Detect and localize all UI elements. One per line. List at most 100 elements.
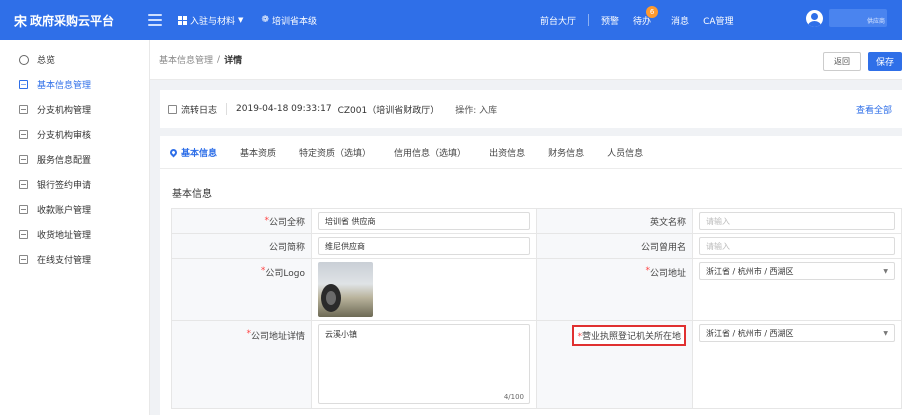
grid-icon xyxy=(178,15,187,25)
company-short-name-label: 公司简称 xyxy=(171,234,311,258)
tab-special-qualification[interactable]: 特定资质（选填） xyxy=(299,146,371,159)
log-operation: 操作: 入库 xyxy=(455,105,498,116)
label-text: 公司地址详情 xyxy=(250,332,305,342)
sidebar-item-branch-manage[interactable]: 分支机构管理 xyxy=(0,97,149,122)
top-navbar: 宋 政府采购云平台 入驻与材料 ▼ ❁ 培训省本级 前台大厅 预警 待办 6 消… xyxy=(0,0,902,40)
account-icon xyxy=(17,204,30,215)
tab-basic-qualification[interactable]: 基本资质 xyxy=(240,146,276,159)
messages-link[interactable]: 消息 xyxy=(671,14,689,27)
menu-toggle-icon[interactable] xyxy=(148,14,162,26)
log-time: 2019-04-18 09:33:17 xyxy=(236,104,332,114)
chevron-down-icon: ▼ xyxy=(238,16,244,24)
brand-logo-icon: 宋 xyxy=(14,14,28,30)
tab-bar: 基本信息 基本资质 特定资质（选填） 信用信息（选填） 出资信息 财务信息 人员… xyxy=(160,136,902,169)
sidebar-item-label: 银行签约申请 xyxy=(37,181,92,191)
divider xyxy=(226,103,228,115)
service-icon xyxy=(17,154,30,165)
chevron-down-icon: ▼ xyxy=(883,267,888,275)
sidebar-item-label: 在线支付管理 xyxy=(37,256,92,266)
company-full-name-input[interactable]: 培训省 供应商 xyxy=(318,212,530,230)
company-alias-input[interactable]: 请输入 xyxy=(699,237,895,255)
company-full-name-label: * 公司全称 xyxy=(171,209,311,233)
view-all-link[interactable]: 查看全部 xyxy=(856,103,892,116)
back-button[interactable]: 返回 xyxy=(823,52,861,71)
breadcrumb-separator: / xyxy=(217,54,221,65)
section-title: 基本信息 xyxy=(172,189,212,200)
user-role: 供应商 xyxy=(866,18,885,25)
sidebar-item-online-pay[interactable]: 在线支付管理 xyxy=(0,247,149,272)
flower-icon: ❁ xyxy=(261,15,269,25)
tab-basic-info[interactable]: 基本信息 xyxy=(168,146,217,159)
breadcrumb-current: 详情 xyxy=(224,56,243,66)
brand[interactable]: 宋 政府采购云平台 xyxy=(0,11,148,30)
sidebar-item-bank-sign[interactable]: 银行签约申请 xyxy=(0,172,149,197)
log-title: 流转日志 xyxy=(181,105,218,116)
sidebar-item-label: 分支机构审核 xyxy=(37,131,92,141)
user-menu[interactable]: 供应商 xyxy=(806,9,887,27)
sidebar-item-basic-info[interactable]: 基本信息管理 xyxy=(0,72,149,97)
address-detail-textarea[interactable]: 云溪小镇 4/100 xyxy=(318,324,530,404)
right-nav: 前台大厅 预警 待办 6 消息 CA管理 xyxy=(540,0,734,40)
basic-info-form: *公司全称 培训省 供应商 英文名称 请输入 公司简称 维尼供应商 公司曾用名 xyxy=(171,208,902,409)
english-name-cell: 请输入 xyxy=(692,209,902,233)
warning-link[interactable]: 预警 xyxy=(601,14,619,27)
tab-credit-info[interactable]: 信用信息（选填） xyxy=(394,146,466,159)
form-row: 公司简称 维尼供应商 公司曾用名 请输入 xyxy=(171,234,902,259)
label-text: 公司Logo xyxy=(265,269,305,279)
tab-personnel-info[interactable]: 人员信息 xyxy=(607,146,643,159)
payment-icon xyxy=(17,254,30,265)
company-short-name-cell: 维尼供应商 xyxy=(311,234,536,258)
nav-org[interactable]: ❁ 培训省本级 xyxy=(261,14,317,27)
sidebar-item-overview[interactable]: 总览 xyxy=(0,47,149,72)
sidebar-item-label: 收货地址管理 xyxy=(37,231,92,241)
tab-finance-info[interactable]: 财务信息 xyxy=(548,146,584,159)
form-row: * 公司全称 培训省 供应商 英文名称 请输入 xyxy=(171,209,902,234)
english-name-input[interactable]: 请输入 xyxy=(699,212,895,230)
log-icon xyxy=(168,104,177,114)
breadcrumb-parent[interactable]: 基本信息管理 xyxy=(159,53,213,66)
nav-entry-label: 入驻与材料 xyxy=(190,16,236,27)
ca-link[interactable]: CA管理 xyxy=(703,14,733,27)
avatar xyxy=(806,9,823,27)
company-logo-label: * 公司Logo xyxy=(171,259,311,320)
nav-org-label: 培训省本级 xyxy=(271,16,317,27)
chevron-down-icon: ▼ xyxy=(883,329,888,337)
sidebar-item-label: 收款账户管理 xyxy=(37,206,92,216)
address-detail-label: * 公司地址详情 xyxy=(171,321,311,408)
company-address-select[interactable]: 浙江省 / 杭州市 / 西湖区 ▼ xyxy=(699,262,895,280)
tire-image xyxy=(321,284,341,312)
breadcrumb: 基本信息管理 / 详情 返回 保存 xyxy=(150,40,902,80)
company-address-label: * 公司地址 xyxy=(536,259,692,320)
select-value: 浙江省 / 杭州市 / 西湖区 xyxy=(706,328,794,338)
select-value: 浙江省 / 杭州市 / 西湖区 xyxy=(706,266,794,276)
company-full-name-cell: 培训省 供应商 xyxy=(311,209,536,233)
circle-icon xyxy=(17,54,30,65)
company-alias-cell: 请输入 xyxy=(692,234,902,258)
sidebar-item-branch-audit[interactable]: 分支机构审核 xyxy=(0,122,149,147)
address-detail-cell: 云溪小镇 4/100 xyxy=(311,321,536,408)
branch-icon xyxy=(17,104,30,115)
english-name-label: 英文名称 xyxy=(536,209,692,233)
sidebar-item-label: 基本信息管理 xyxy=(37,81,92,91)
license-authority-cell: 浙江省 / 杭州市 / 西湖区 ▼ xyxy=(692,321,902,408)
main-content: 基本信息管理 / 详情 返回 保存 流转日志 2019-04-18 09:33:… xyxy=(150,40,902,415)
company-short-name-input[interactable]: 维尼供应商 xyxy=(318,237,530,255)
todo-link[interactable]: 待办 6 xyxy=(633,5,659,27)
company-logo-image[interactable] xyxy=(318,262,373,317)
flow-log-bar: 流转日志 2019-04-18 09:33:17 CZ001（培训省财政厅） 操… xyxy=(160,90,902,128)
company-address-cell: 浙江省 / 杭州市 / 西湖区 ▼ xyxy=(692,259,902,320)
sidebar-item-receive-account[interactable]: 收款账户管理 xyxy=(0,197,149,222)
tab-capital-info[interactable]: 出资信息 xyxy=(489,146,525,159)
label-text: 公司地址 xyxy=(649,269,686,279)
sidebar-item-label: 服务信息配置 xyxy=(37,156,92,166)
nav-entry-dropdown[interactable]: 入驻与材料 ▼ xyxy=(178,14,243,27)
brand-title: 政府采购云平台 xyxy=(30,13,115,28)
sidebar-item-label: 分支机构管理 xyxy=(37,106,92,116)
save-button[interactable]: 保存 xyxy=(868,52,902,71)
textarea-value: 云溪小镇 xyxy=(325,330,357,339)
log-actor: CZ001（培训省财政厅） xyxy=(337,105,440,116)
license-authority-select[interactable]: 浙江省 / 杭州市 / 西湖区 ▼ xyxy=(699,324,895,342)
sidebar-item-address[interactable]: 收货地址管理 xyxy=(0,222,149,247)
front-hall-link[interactable]: 前台大厅 xyxy=(540,14,576,27)
sidebar-item-service-config[interactable]: 服务信息配置 xyxy=(0,147,149,172)
